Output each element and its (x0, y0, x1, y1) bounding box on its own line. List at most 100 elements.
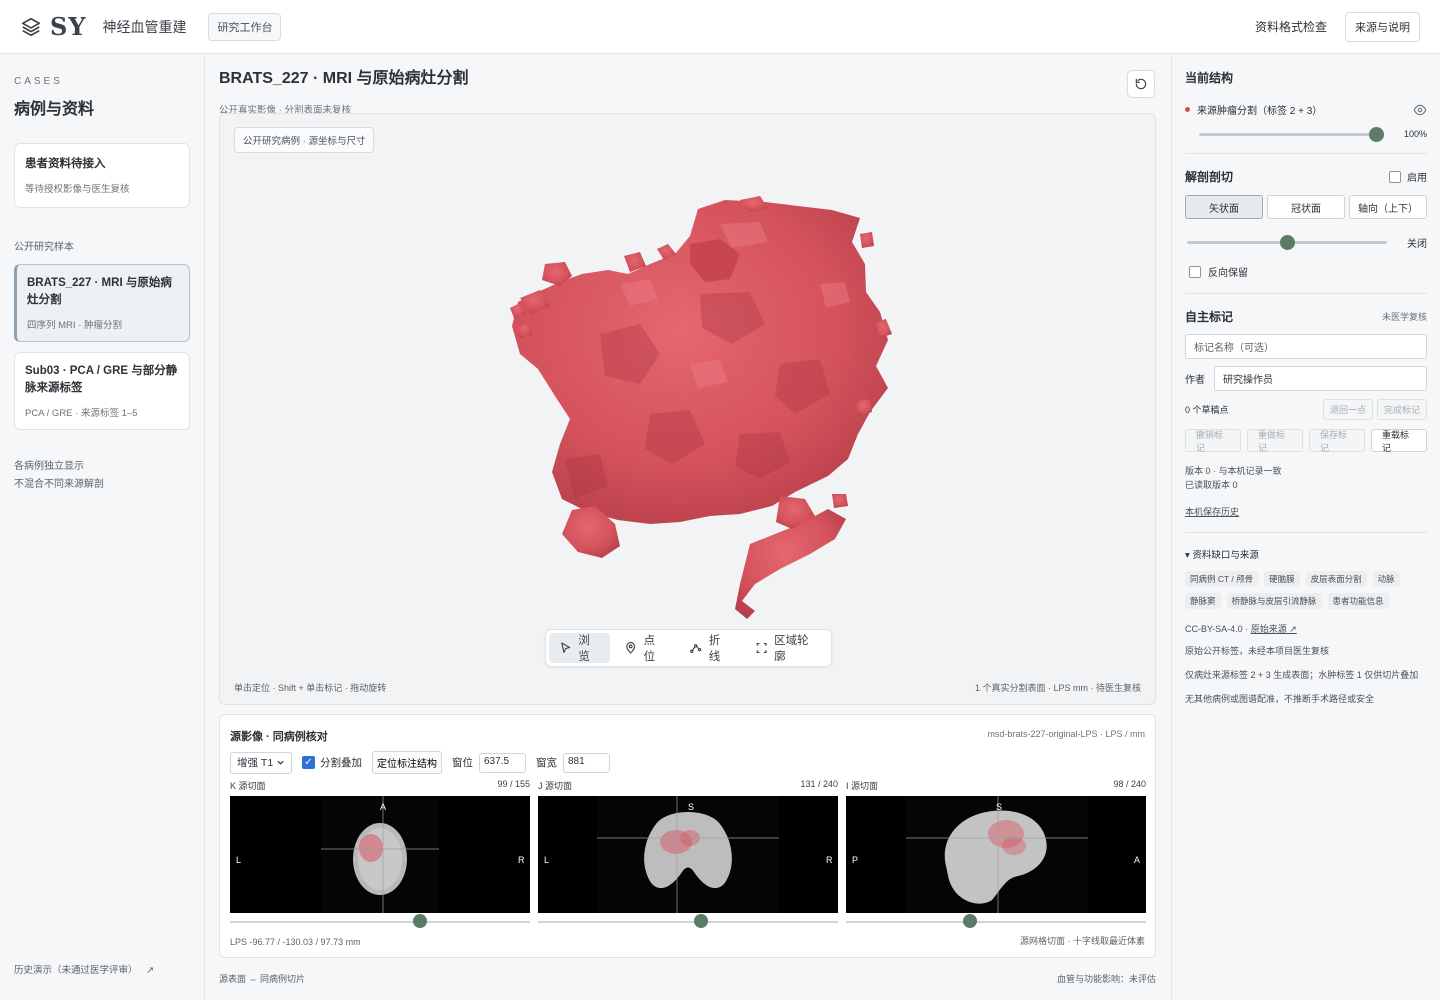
viewer-chip: 公开研究病例 · 源坐标与尺寸 (234, 127, 375, 153)
slice-slider-knob[interactable] (693, 914, 708, 928)
main-area: BRATS_227 · MRI 与原始病灶分割 公开真实影像 · 分割表面未复核 (205, 54, 1171, 1000)
license-line: CC-BY-SA-4.0 · 原始来源 ↗ (1185, 622, 1427, 635)
check-icon[interactable]: ✓ (302, 756, 315, 769)
window-width-input[interactable]: 881 (563, 752, 610, 773)
tool-label: 浏览 (578, 635, 590, 663)
cut-enable-toggle[interactable]: 启用 (1389, 169, 1427, 184)
license: CC-BY-SA-4.0 · (1185, 624, 1251, 634)
public-samples-label: 公开研究样本 (14, 242, 74, 253)
history-demo-link[interactable]: 历史演示（未通过医学评审） ↗ (14, 962, 154, 976)
opacity-slider-knob[interactable] (1369, 126, 1384, 142)
cut-slider[interactable] (1187, 235, 1387, 250)
reload-marker-button[interactable]: 重载标记 (1371, 429, 1427, 453)
cut-enable-label: 启用 (1407, 173, 1427, 184)
tool-label: 区域轮廓 (774, 635, 809, 663)
source-controls: 增强 T1 ✓ 分割叠加 定位标注结构 窗位 637.5 窗宽 881 (230, 751, 610, 774)
tool-polyline[interactable]: 折线 (679, 633, 740, 663)
slice-slider-knob[interactable] (413, 914, 428, 928)
checkbox[interactable] (1389, 170, 1401, 183)
slice-view[interactable]: A L R (230, 796, 530, 913)
local-history-link[interactable]: 本机保存历史 (1185, 505, 1427, 518)
cases-title: 病例与资料 (14, 101, 95, 118)
gap-tags: 同病例 CT / 颅骨 硬脑膜 皮层表面分割 动脉 静脉窦 桥静脉与皮层引流静脉… (1185, 571, 1425, 609)
orient-left: L (544, 855, 549, 865)
reverse-keep-toggle[interactable]: 反向保留 (1185, 264, 1427, 279)
save-marker-button[interactable]: 保存标记 (1309, 429, 1365, 453)
cut-header: 解剖剖切 启用 (1185, 168, 1427, 185)
overlay-toggle[interactable]: ✓ 分割叠加 (302, 755, 362, 770)
slice-view[interactable]: S L R (538, 796, 838, 913)
window-level-input[interactable]: 637.5 (479, 752, 526, 773)
gap-tag: 同病例 CT / 颅骨 (1185, 571, 1259, 587)
cut-slider-knob[interactable] (1279, 235, 1295, 250)
right-panel: 当前结构 来源肿瘤分割（标签 2 + 3） 100% 解剖剖切 启用 矢状面 冠… (1171, 54, 1440, 1000)
orient-top: A (380, 802, 386, 812)
tumor-mesh (510, 196, 892, 619)
tumor-surface-render[interactable] (220, 114, 1157, 706)
sequence-value: 增强 T1 (237, 757, 274, 769)
note-line: 各病例独立显示 (14, 461, 84, 472)
slice-slider-track[interactable] (846, 914, 1146, 928)
case-item-sub03[interactable]: Sub03 · PCA / GRE 与部分静脉来源标签 PCA / GRE · … (14, 352, 190, 430)
cases-sidebar: CASES 病例与资料 患者资料待接入 等待授权影像与医生复核 公开研究样本 B… (0, 54, 205, 1000)
author-input[interactable]: 研究操作员 (1214, 366, 1427, 391)
source-notes-button[interactable]: 来源与说明 (1345, 11, 1420, 42)
plane-selector: 矢状面 冠状面 轴向（上下） (1185, 195, 1427, 219)
opacity-slider[interactable] (1199, 126, 1384, 142)
gaps-toggle[interactable]: ▾ 资料缺口与来源 (1185, 547, 1427, 561)
slice-slider-track[interactable] (538, 914, 838, 928)
gap-tag: 动脉 (1372, 571, 1400, 587)
tool-browse[interactable]: 浏览 (549, 633, 611, 663)
tool-bar: 浏览 点位 折线 区域轮廓 (545, 629, 832, 667)
3d-viewer[interactable]: 公开研究病例 · 源坐标与尺寸 浏览 点位 折线 区域轮廓 单击定位 · Shi… (219, 113, 1156, 705)
pin-icon (626, 641, 636, 654)
marker-name-input[interactable]: 标记名称（可选） (1185, 334, 1427, 359)
cases-kicker: CASES (14, 76, 63, 87)
checkbox[interactable] (1189, 265, 1201, 278)
slice-slider-knob[interactable] (963, 914, 978, 928)
author-label: 作者 (1185, 375, 1205, 386)
plane-sagittal[interactable]: 矢状面 (1185, 195, 1263, 219)
format-check-link[interactable]: 资料格式检查 (1255, 18, 1327, 35)
finish-marker-button[interactable]: 完成标记 (1376, 399, 1427, 420)
tool-point[interactable]: 点位 (614, 633, 675, 663)
tool-region[interactable]: 区域轮廓 (745, 633, 828, 663)
plane-axial[interactable]: 轴向（上下） (1349, 195, 1427, 219)
marker-status: 未医学复核 (1381, 312, 1427, 322)
draft-points: 0 个草稿点 (1185, 405, 1229, 415)
structure-row: 来源肿瘤分割（标签 2 + 3） (1185, 102, 1427, 117)
gap-tag: 硬脑膜 (1264, 571, 1300, 587)
original-source-link[interactable]: 原始来源 ↗ (1251, 624, 1297, 634)
sequence-select[interactable]: 增强 T1 (230, 751, 292, 774)
undo-point-button[interactable]: 退回一点 (1322, 399, 1373, 420)
chevron-down-icon (277, 760, 284, 765)
slice-name: I 源切面 (846, 781, 879, 791)
reverse-keep-label: 反向保留 (1208, 268, 1248, 279)
locate-structure-button[interactable]: 定位标注结构 (372, 751, 442, 774)
logo[interactable]: SY (20, 12, 86, 41)
pending-patient-card[interactable]: 患者资料待接入 等待授权影像与医生复核 (14, 143, 190, 208)
pending-title: 患者资料待接入 (25, 158, 106, 170)
pending-sub: 等待授权影像与医生复核 (25, 184, 130, 195)
slice-slider-track[interactable] (230, 914, 530, 928)
window-level-label: 窗位 (452, 757, 473, 769)
case-item-brats227[interactable]: BRATS_227 · MRI 与原始病灶分割 四序列 MRI · 肿瘤分割 (14, 264, 190, 342)
orient-top: S (996, 802, 1002, 812)
plane-coronal[interactable]: 冠状面 (1267, 195, 1345, 219)
structure-color-dot (1185, 107, 1190, 112)
case-sub: PCA / GRE · 来源标签 1–5 (25, 408, 138, 419)
author-row: 作者 研究操作员 (1185, 366, 1427, 391)
structure-label: 来源肿瘤分割（标签 2 + 3） (1197, 106, 1323, 117)
polyline-icon (690, 644, 702, 653)
external-link-icon: ↗ (146, 965, 155, 976)
gap-tag: 桥静脉与皮层引流静脉 (1226, 593, 1322, 609)
slice-j: J 源切面 131 / 240 S L R (538, 779, 838, 928)
slice-view[interactable]: S P A (846, 796, 1146, 913)
reset-view-button[interactable] (1127, 70, 1155, 98)
opacity-value: 100% (1403, 129, 1427, 139)
redo-marker-button[interactable]: 重做标记 (1247, 429, 1303, 453)
case-sub: 四序列 MRI · 肿瘤分割 (27, 320, 122, 331)
undo-marker-button[interactable]: 撤销标记 (1185, 429, 1241, 453)
eye-icon[interactable] (1413, 103, 1427, 117)
grid-note: 源网格切面 · 十字线取最近体素 (1020, 936, 1145, 946)
